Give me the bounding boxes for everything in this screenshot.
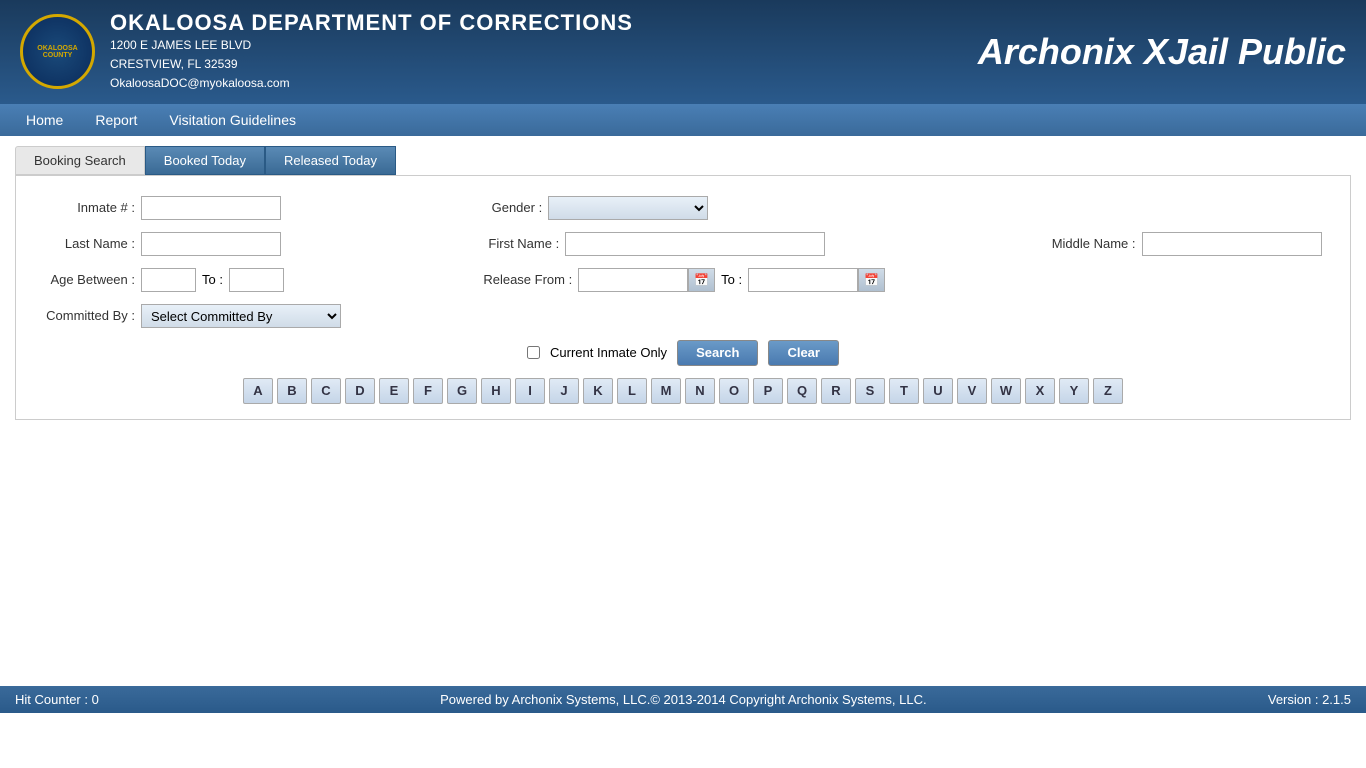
- release-from-calendar-btn[interactable]: 📅: [688, 268, 715, 292]
- hit-counter: Hit Counter : 0: [15, 692, 99, 707]
- row-age-release: Age Between : To : Release From : 📅 To :…: [31, 268, 1335, 292]
- alpha-btn-l[interactable]: L: [617, 378, 647, 404]
- alpha-btn-y[interactable]: Y: [1059, 378, 1089, 404]
- header: OKALOOSACOUNTY OKALOOSA DEPARTMENT OF CO…: [0, 0, 1366, 104]
- tab-booked-today[interactable]: Booked Today: [145, 146, 265, 175]
- release-to-input[interactable]: [748, 268, 858, 292]
- alpha-btn-d[interactable]: D: [345, 378, 375, 404]
- tabs: Booking Search Booked Today Released Tod…: [15, 146, 1351, 175]
- release-to-label: To :: [721, 272, 742, 287]
- address1: 1200 E JAMES LEE BLVD: [110, 36, 978, 55]
- alpha-btn-j[interactable]: J: [549, 378, 579, 404]
- search-form: Inmate # : Gender : Male Female Last Nam…: [15, 175, 1351, 420]
- row-inmate-gender: Inmate # : Gender : Male Female: [31, 196, 1335, 220]
- email: OkaloosaDOC@myokaloosa.com: [110, 74, 978, 93]
- lastname-input[interactable]: [141, 232, 281, 256]
- dept-name: OKALOOSA DEPARTMENT OF CORRECTIONS: [110, 10, 978, 36]
- alpha-btn-g[interactable]: G: [447, 378, 477, 404]
- alpha-btn-z[interactable]: Z: [1093, 378, 1123, 404]
- inmate-input[interactable]: [141, 196, 281, 220]
- tab-released-today[interactable]: Released Today: [265, 146, 396, 175]
- inmate-label: Inmate # :: [31, 200, 141, 215]
- alpha-btn-q[interactable]: Q: [787, 378, 817, 404]
- lastname-label: Last Name :: [31, 236, 141, 251]
- alpha-btn-x[interactable]: X: [1025, 378, 1055, 404]
- alpha-btn-o[interactable]: O: [719, 378, 749, 404]
- middlename-input[interactable]: [1142, 232, 1322, 256]
- firstname-input[interactable]: [565, 232, 825, 256]
- tab-booking-search[interactable]: Booking Search: [15, 146, 145, 175]
- alpha-btn-a[interactable]: A: [243, 378, 273, 404]
- alpha-btn-m[interactable]: M: [651, 378, 681, 404]
- alpha-btn-r[interactable]: R: [821, 378, 851, 404]
- footer: Hit Counter : 0 Powered by Archonix Syst…: [0, 686, 1366, 713]
- row-names: Last Name : First Name : Middle Name :: [31, 232, 1335, 256]
- age-from-input[interactable]: [141, 268, 196, 292]
- alpha-btn-n[interactable]: N: [685, 378, 715, 404]
- current-inmate-label[interactable]: Current Inmate Only: [550, 345, 667, 360]
- alpha-btn-s[interactable]: S: [855, 378, 885, 404]
- committed-select[interactable]: Select Committed By: [141, 304, 341, 328]
- release-from-input[interactable]: [578, 268, 688, 292]
- alpha-btn-k[interactable]: K: [583, 378, 613, 404]
- alpha-btn-f[interactable]: F: [413, 378, 443, 404]
- logo: OKALOOSACOUNTY: [20, 14, 95, 89]
- middlename-label: Middle Name :: [1032, 236, 1142, 251]
- app-title: Archonix XJail Public: [978, 31, 1346, 73]
- alpha-btn-c[interactable]: C: [311, 378, 341, 404]
- age-to-label: To :: [202, 272, 223, 287]
- alpha-btn-t[interactable]: T: [889, 378, 919, 404]
- alpha-btn-w[interactable]: W: [991, 378, 1021, 404]
- firstname-label: First Name :: [475, 236, 565, 251]
- powered-by: Powered by Archonix Systems, LLC.© 2013-…: [440, 692, 926, 707]
- committed-label: Committed By :: [31, 308, 141, 323]
- nav-home[interactable]: Home: [10, 104, 79, 136]
- alpha-btn-p[interactable]: P: [753, 378, 783, 404]
- row-search-controls: Current Inmate Only Search Clear: [31, 340, 1335, 366]
- row-committed: Committed By : Select Committed By: [31, 304, 1335, 328]
- current-inmate-checkbox[interactable]: [527, 346, 540, 359]
- version: Version : 2.1.5: [1268, 692, 1351, 707]
- age-to-input[interactable]: [229, 268, 284, 292]
- alpha-btn-b[interactable]: B: [277, 378, 307, 404]
- gender-select[interactable]: Male Female: [548, 196, 708, 220]
- alpha-btn-e[interactable]: E: [379, 378, 409, 404]
- main-content: Booking Search Booked Today Released Tod…: [0, 136, 1366, 686]
- gender-label: Gender :: [478, 200, 548, 215]
- logo-text: OKALOOSACOUNTY: [33, 41, 81, 63]
- search-button[interactable]: Search: [677, 340, 758, 366]
- release-from-label: Release From :: [478, 272, 578, 287]
- nav-visitation[interactable]: Visitation Guidelines: [153, 104, 312, 136]
- age-label: Age Between :: [31, 272, 141, 287]
- address2: CRESTVIEW, FL 32539: [110, 55, 978, 74]
- alpha-btn-i[interactable]: I: [515, 378, 545, 404]
- alpha-btn-h[interactable]: H: [481, 378, 511, 404]
- alpha-btn-u[interactable]: U: [923, 378, 953, 404]
- nav-report[interactable]: Report: [79, 104, 153, 136]
- main-nav: Home Report Visitation Guidelines: [0, 104, 1366, 136]
- header-info: OKALOOSA DEPARTMENT OF CORRECTIONS 1200 …: [110, 10, 978, 94]
- clear-button[interactable]: Clear: [768, 340, 839, 366]
- alphabet-row: ABCDEFGHIJKLMNOPQRSTUVWXYZ: [31, 378, 1335, 404]
- release-to-calendar-btn[interactable]: 📅: [858, 268, 885, 292]
- alpha-btn-v[interactable]: V: [957, 378, 987, 404]
